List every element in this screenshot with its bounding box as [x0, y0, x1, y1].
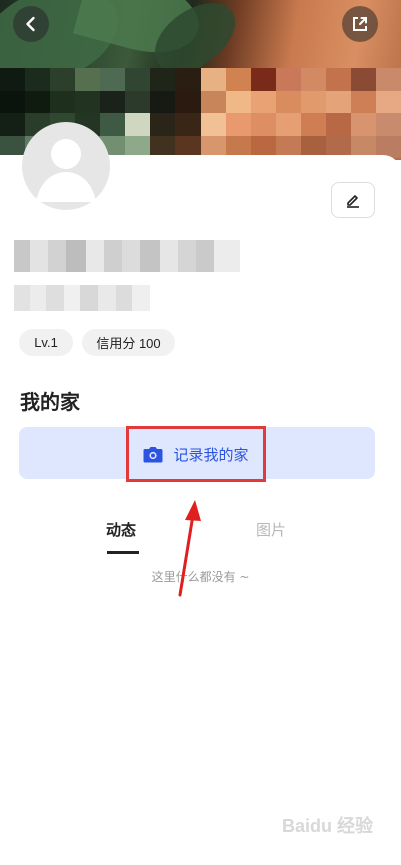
back-icon [26, 16, 35, 32]
level-chip: Lv.1 [19, 329, 73, 356]
record-home-button[interactable]: 记录我的家 [19, 426, 375, 482]
share-button[interactable] [342, 6, 378, 42]
credit-score-chip: 信用分 100 [82, 329, 175, 356]
share-icon [353, 17, 367, 31]
camera-icon [143, 446, 163, 462]
tab-dynamics[interactable]: 动态 [106, 519, 136, 540]
user-id-blurred [14, 285, 150, 311]
empty-state-text: 这里什么都没有 ~ [151, 570, 250, 584]
back-button[interactable] [13, 6, 49, 42]
avatar[interactable] [22, 120, 110, 218]
tab-pictures[interactable]: 图片 [256, 519, 286, 540]
record-home-label: 记录我的家 [173, 445, 249, 464]
tab-active-indicator [107, 551, 139, 554]
edit-profile-button[interactable] [331, 182, 375, 218]
username-blurred [14, 240, 240, 272]
highlight-box: 记录我的家 [126, 426, 266, 482]
section-title: 我的家 [20, 390, 80, 414]
watermark: Baidu 经验 [282, 816, 374, 836]
edit-icon [347, 195, 359, 208]
